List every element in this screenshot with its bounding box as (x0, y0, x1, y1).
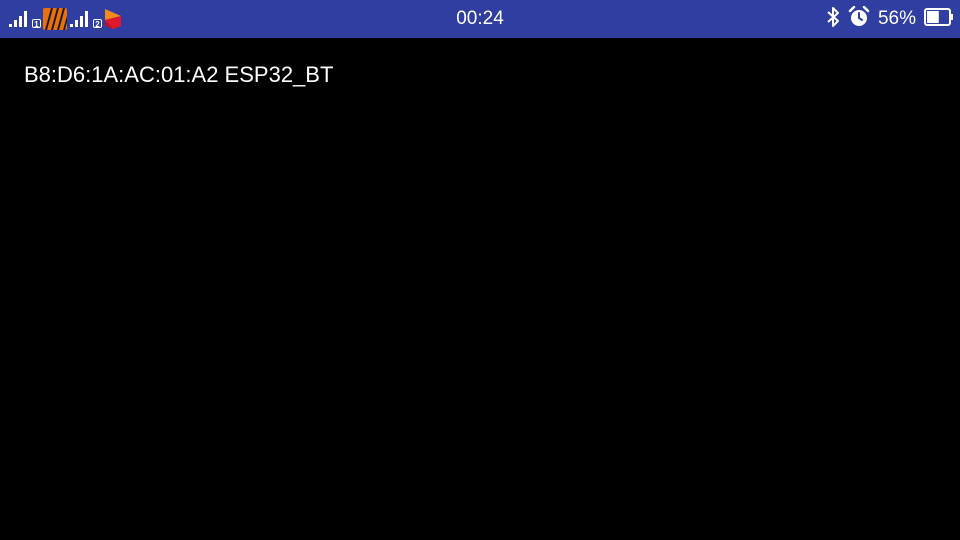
sim-1-badge: 1 (32, 18, 41, 29)
bluetooth-icon (826, 6, 840, 33)
sim-2-badge: 2 (93, 18, 102, 29)
screen: 1 2 00:24 56% B8:D6:1A:AC:01:A2 ESP32_BT (0, 0, 960, 540)
app-notification-icon (104, 8, 122, 30)
list-item[interactable]: B8:D6:1A:AC:01:A2 ESP32_BT (24, 62, 333, 88)
alarm-icon (848, 5, 870, 33)
status-bar: 1 2 00:24 56% (0, 0, 960, 38)
signal-icon (8, 10, 30, 28)
app-notification-icon (43, 8, 67, 30)
battery-icon (924, 7, 954, 31)
status-bar-clock: 00:24 (456, 8, 504, 29)
status-bar-left: 1 2 (8, 6, 122, 32)
status-bar-right: 56% (826, 5, 954, 33)
signal-icon (69, 10, 91, 28)
device-list: B8:D6:1A:AC:01:A2 ESP32_BT (24, 62, 333, 88)
battery-percentage: 56% (877, 8, 916, 29)
